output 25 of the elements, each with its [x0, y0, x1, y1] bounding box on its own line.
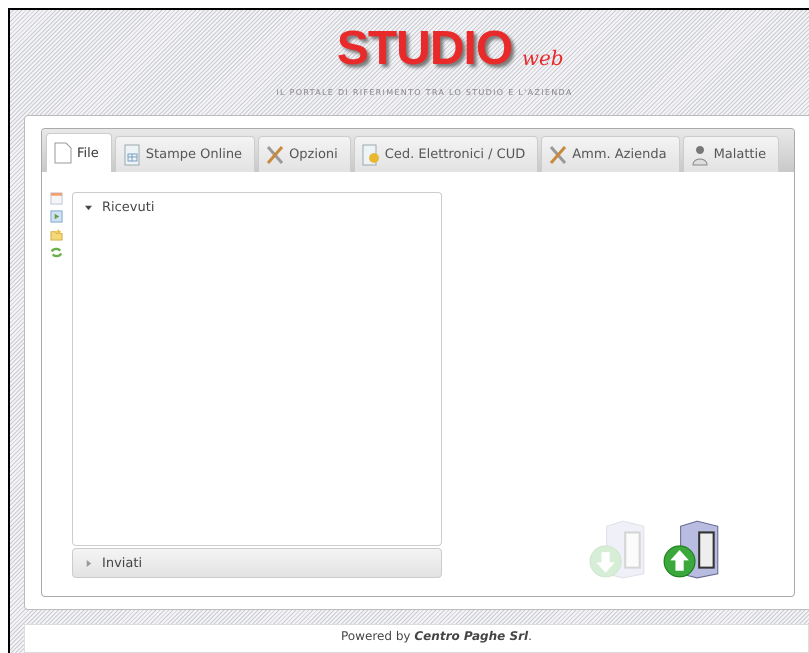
calendar-icon[interactable]: [50, 192, 63, 205]
accordion-header[interactable]: Inviati: [72, 548, 442, 578]
tools-icon: [265, 144, 286, 166]
tab[interactable]: Ced. Elettronici / CUD: [354, 136, 538, 172]
page-icon: [53, 142, 73, 164]
tools-icon: [548, 144, 568, 166]
refresh-icon[interactable]: [50, 246, 63, 259]
caret-icon: [85, 204, 92, 211]
tab[interactable]: Amm. Azienda: [541, 136, 680, 172]
folder-icon[interactable]: [50, 228, 63, 241]
tab[interactable]: Malattie: [682, 136, 780, 172]
accordion-label: Inviati: [102, 556, 142, 570]
logo-text: STUDIO: [336, 22, 512, 75]
tab[interactable]: File: [46, 133, 112, 172]
tab[interactable]: Stampe Online: [114, 136, 256, 172]
accordion-header[interactable]: Ricevuti: [72, 192, 442, 222]
document-icon: [122, 144, 142, 166]
accordion-label: Ricevuti: [102, 200, 154, 215]
logo-script-text: web: [522, 46, 564, 70]
footer-text: Powered by Centro Paghe Srl.: [340, 629, 532, 645]
caret-icon: [85, 560, 92, 566]
certificate-icon: [360, 144, 381, 166]
tagline: IL PORTALE DI RIFERIMENTO TRA LO STUDIO E L'AZIENDA: [276, 88, 573, 97]
tab[interactable]: Opzioni: [258, 136, 351, 172]
play-icon[interactable]: [50, 210, 63, 223]
